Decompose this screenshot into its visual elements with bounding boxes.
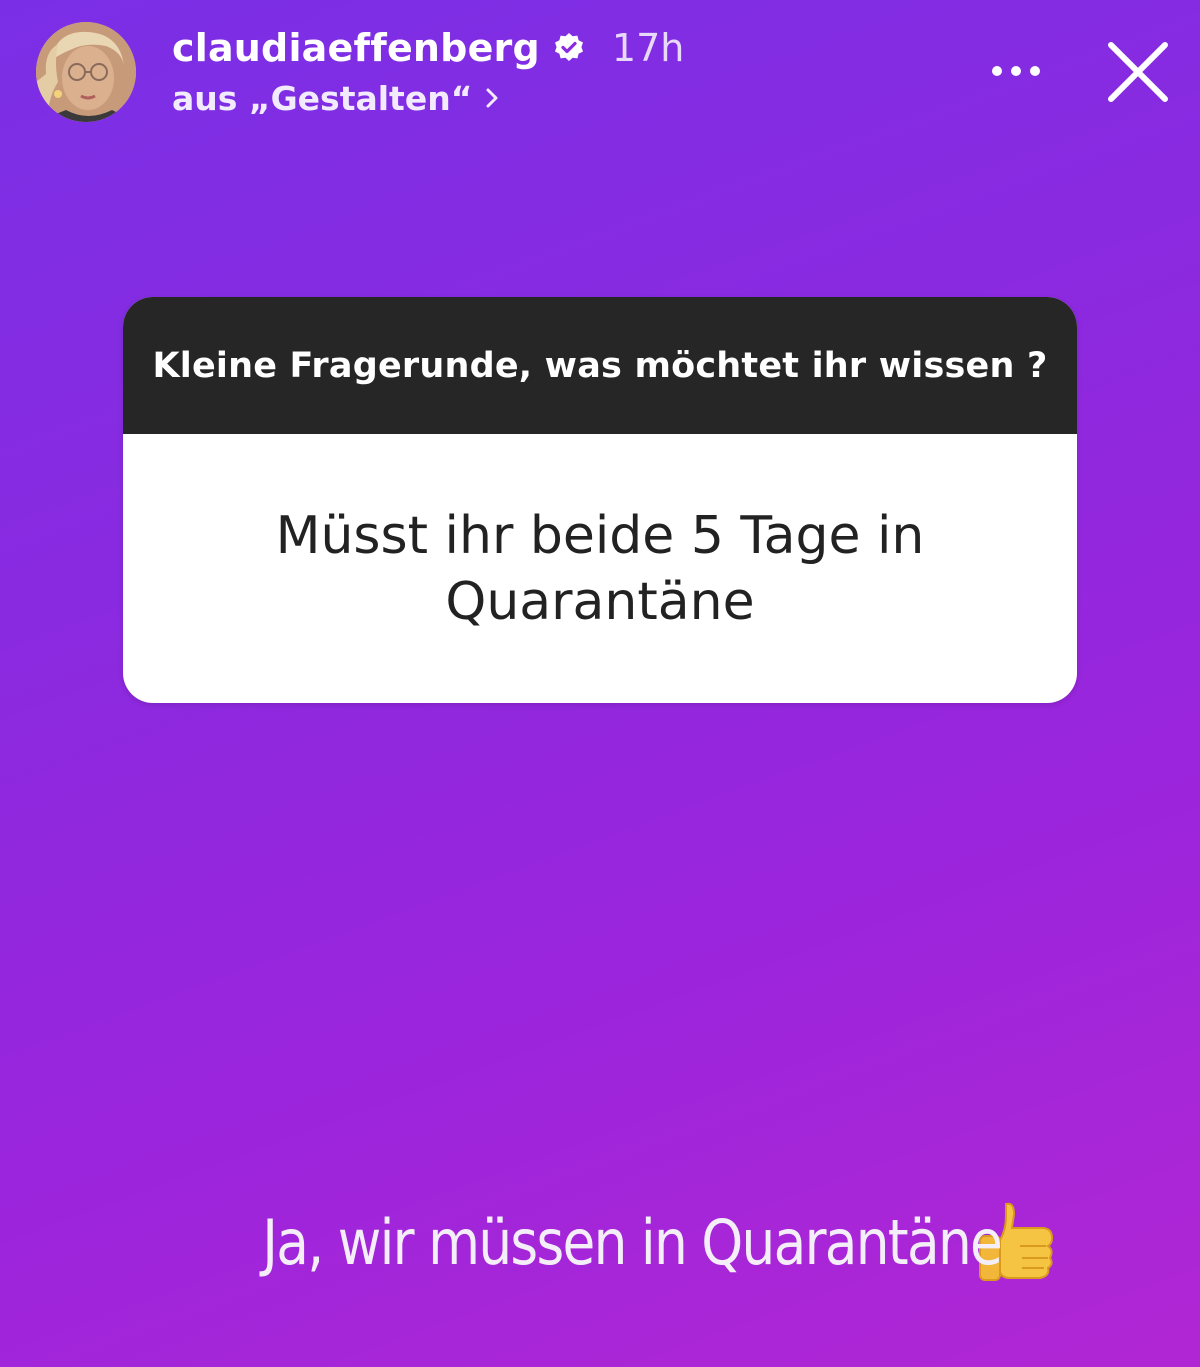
story-header: claudiaeffenberg 17h aus „Gestalten“ [172, 22, 684, 122]
more-options-button[interactable] [984, 46, 1048, 96]
avatar[interactable] [36, 22, 136, 122]
highlight-label: aus „Gestalten“ [172, 78, 473, 118]
question-answer: Müsst ihr beide 5 Tage in Quarantäne [275, 505, 925, 632]
chevron-right-icon [484, 85, 500, 111]
question-sticker: Kleine Fragerunde, was möchtet ihr wisse… [123, 297, 1077, 703]
reply-text: Ja, wir müssen in Quarantäne [262, 1205, 1004, 1279]
avatar-image [36, 22, 136, 122]
highlight-link[interactable]: aus „Gestalten“ [172, 74, 684, 122]
story-view: claudiaeffenberg 17h aus „Gestalten“ Kle… [0, 0, 1200, 1367]
close-icon [1108, 42, 1168, 102]
reply-caption: Ja, wir müssen in Quarantäne [0, 1200, 1200, 1284]
more-options-icon [992, 66, 1040, 76]
post-time: 17h [611, 26, 685, 70]
verified-badge-icon [552, 31, 586, 65]
close-button[interactable] [1098, 32, 1178, 112]
question-prompt: Kleine Fragerunde, was möchtet ihr wisse… [123, 297, 1077, 434]
username[interactable]: claudiaeffenberg [172, 26, 540, 70]
